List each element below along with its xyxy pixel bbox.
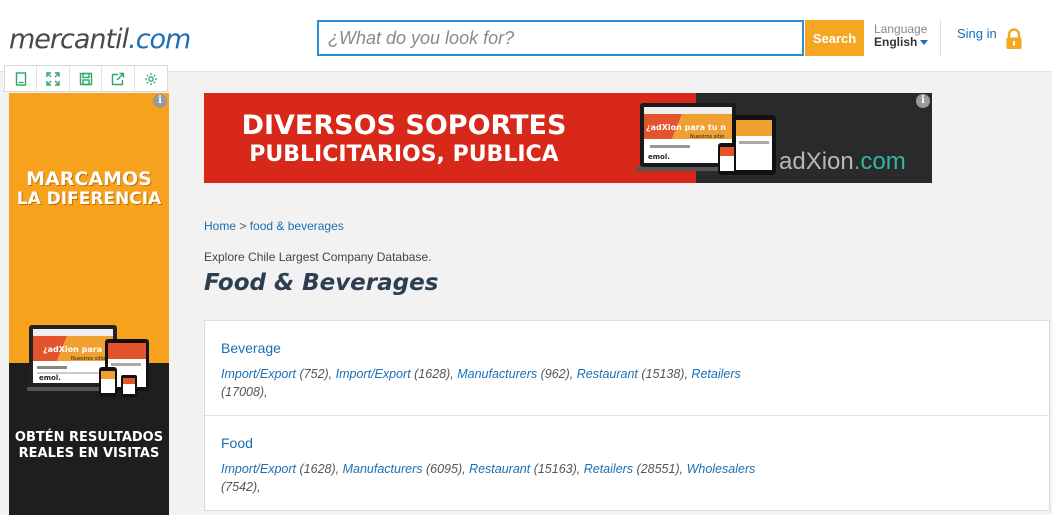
header-divider — [940, 20, 941, 56]
subcategory-link[interactable]: Import/Export — [221, 462, 296, 476]
banner-device-sub: Nuestros sitio — [690, 134, 724, 140]
category-list: Beverage Import/Export (752), Import/Exp… — [204, 320, 1050, 511]
banner-device-text: ¿adXion para tu n — [646, 123, 726, 132]
left-ad-footer-1: OBTÉN RESULTADOS — [14, 430, 164, 445]
top-banner-ad[interactable]: DIVERSOS SOPORTES PUBLICITARIOS, PUBLICA… — [204, 93, 932, 183]
subcategory-count: (7542), — [221, 480, 261, 494]
subcategory-link[interactable]: Import/Export — [221, 367, 296, 381]
left-ad-headline: MARCAMOS LA DIFERENCIA — [9, 169, 169, 209]
subcategory-list: Import/Export (752), Import/Export (1628… — [221, 365, 781, 401]
page-icon[interactable] — [5, 66, 38, 91]
banner-ad-info-icon[interactable]: i — [916, 94, 930, 108]
site-header: mercantil.com Search Language English Si… — [0, 0, 1052, 72]
subcategory-count: (28551), — [633, 462, 687, 476]
devices-illustration: ¿adXion para tu n Nuestros sitio emol. — [27, 325, 149, 397]
subcategory-list: Import/Export (1628), Manufacturers (609… — [221, 460, 781, 496]
category-title[interactable]: Beverage — [221, 340, 1033, 356]
subcategory-link[interactable]: Wholesalers — [687, 462, 756, 476]
banner-brand-b: .com — [853, 148, 906, 175]
breadcrumb: Home > food & beverages — [204, 219, 344, 233]
banner-brand-a: adXion — [779, 148, 854, 175]
subcategory-count: (15163), — [530, 462, 584, 476]
share-icon[interactable] — [102, 66, 135, 91]
left-ad-headline-2: LA DIFERENCIA — [16, 189, 162, 209]
page-toolbar — [4, 65, 168, 92]
left-ad-device-sub: Nuestros sitio — [71, 356, 105, 362]
language-value: English — [874, 35, 918, 49]
language-selector[interactable]: Language English — [874, 23, 929, 49]
left-ad-device-brand: emol. — [39, 374, 61, 382]
expand-icon[interactable] — [37, 66, 70, 91]
page-title: Food & Beverages — [204, 270, 439, 296]
ad-info-icon[interactable]: i — [153, 94, 167, 108]
banner-brand: adXion.com — [779, 148, 906, 176]
caret-down-icon — [920, 40, 929, 46]
breadcrumb-separator: > — [236, 219, 250, 233]
breadcrumb-current[interactable]: food & beverages — [250, 219, 344, 233]
search-input[interactable] — [317, 20, 804, 56]
settings-icon[interactable] — [135, 66, 167, 91]
subcategory-link[interactable]: Import/Export — [336, 367, 411, 381]
subcategory-link[interactable]: Restaurant — [577, 367, 638, 381]
subcategory-count: (752), — [296, 367, 336, 381]
save-icon[interactable] — [70, 66, 103, 91]
banner-device-brand: emol. — [648, 153, 670, 161]
banner-headline: DIVERSOS SOPORTES PUBLICITARIOS, PUBLICA — [204, 110, 604, 171]
lock-icon[interactable] — [1005, 28, 1023, 50]
banner-line-2: PUBLICITARIOS, PUBLICA — [249, 142, 559, 167]
subcategory-link[interactable]: Restaurant — [469, 462, 530, 476]
left-ad-footer-2: REALES EN VISITAS — [18, 446, 160, 461]
subcategory-count: (1628), — [296, 462, 343, 476]
logo-part-2: .com — [128, 24, 191, 55]
left-ad-headline-1: MARCAMOS — [26, 168, 152, 190]
category-beverage: Beverage Import/Export (752), Import/Exp… — [205, 321, 1049, 416]
banner-line-1: DIVERSOS SOPORTES — [241, 110, 567, 141]
left-advertisement[interactable]: i MARCAMOS LA DIFERENCIA ¿adXion para tu… — [9, 93, 169, 515]
breadcrumb-home[interactable]: Home — [204, 219, 236, 233]
left-ad-footer: OBTÉN RESULTADOS REALES EN VISITAS — [9, 430, 169, 462]
banner-devices-illustration: ¿adXion para tu n Nuestros sitio emol. — [636, 103, 776, 175]
subcategory-count: (17008), — [221, 385, 268, 399]
sign-in-link[interactable]: Sing in — [957, 26, 997, 41]
explore-text: Explore Chile Largest Company Database. — [204, 250, 432, 264]
subcategory-link[interactable]: Manufacturers — [457, 367, 537, 381]
category-food: Food Import/Export (1628), Manufacturers… — [205, 416, 1049, 511]
search-button[interactable]: Search — [805, 20, 864, 56]
subcategory-count: (15138), — [637, 367, 692, 381]
subcategory-link[interactable]: Retailers — [584, 462, 633, 476]
subcategory-link[interactable]: Manufacturers — [343, 462, 423, 476]
site-logo[interactable]: mercantil.com — [9, 24, 191, 55]
subcategory-count: (1628), — [410, 367, 458, 381]
subcategory-count: (962), — [537, 367, 577, 381]
subcategory-count: (6095), — [422, 462, 470, 476]
category-title[interactable]: Food — [221, 435, 1033, 451]
subcategory-link[interactable]: Retailers — [691, 367, 740, 381]
logo-part-1: mercantil — [9, 24, 129, 55]
